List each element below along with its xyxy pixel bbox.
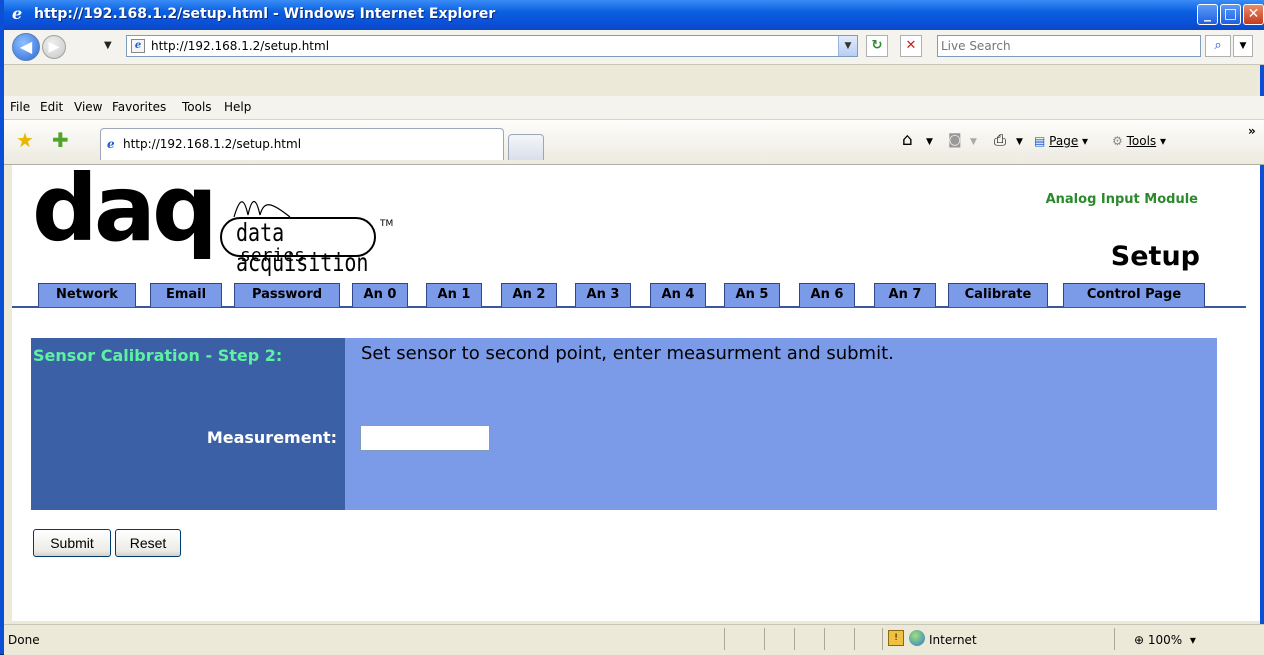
nav-tab-control-page[interactable]: Control Page bbox=[1063, 283, 1205, 307]
tab-page-icon: e bbox=[107, 137, 115, 151]
tools-menu[interactable]: ⚙ Tools ▾ bbox=[1112, 134, 1166, 148]
minimize-icon: _ bbox=[1204, 6, 1211, 22]
globe-icon bbox=[909, 630, 925, 646]
nav-tab-an2[interactable]: An 2 bbox=[501, 283, 557, 307]
toolbar-more-icon[interactable]: » bbox=[1248, 124, 1256, 138]
back-arrow-icon: ◀ bbox=[19, 37, 33, 56]
logo-brand: daq bbox=[32, 165, 218, 262]
menu-view[interactable]: View bbox=[74, 100, 102, 114]
menu-favorites[interactable]: Favorites bbox=[112, 100, 166, 114]
address-dropdown-icon[interactable]: ▼ bbox=[838, 36, 857, 56]
security-zone[interactable]: Internet bbox=[929, 633, 977, 647]
ie-logo-icon: e bbox=[12, 4, 23, 23]
search-box[interactable] bbox=[937, 35, 1201, 57]
maximize-icon: □ bbox=[1223, 6, 1238, 22]
page-title: Setup bbox=[1110, 241, 1200, 272]
address-url[interactable]: http://192.168.1.2/setup.html bbox=[151, 39, 329, 53]
nav-tab-an7[interactable]: An 7 bbox=[874, 283, 936, 307]
nav-tab-an6[interactable]: An 6 bbox=[799, 283, 855, 307]
back-button[interactable]: ◀ bbox=[12, 33, 40, 61]
status-divider bbox=[882, 628, 883, 650]
status-divider bbox=[824, 628, 825, 650]
nav-tab-an1[interactable]: An 1 bbox=[426, 283, 482, 307]
title-bar[interactable]: e http://192.168.1.2/setup.html - Window… bbox=[4, 0, 1264, 30]
nav-tab-an5[interactable]: An 5 bbox=[724, 283, 780, 307]
nav-tab-an0[interactable]: An 0 bbox=[352, 283, 408, 307]
new-tab-button[interactable] bbox=[508, 134, 544, 160]
search-icon[interactable]: ⌕ bbox=[1205, 35, 1231, 57]
zoom-level[interactable]: ⊕ 100% ▾ bbox=[1134, 633, 1196, 647]
address-bar[interactable]: e http://192.168.1.2/setup.html ▼ bbox=[126, 35, 858, 57]
nav-tab-network[interactable]: Network bbox=[38, 283, 136, 307]
nav-tab-password[interactable]: Password bbox=[234, 283, 340, 307]
calibration-step-label: Sensor Calibration - Step 2: bbox=[33, 346, 283, 365]
forward-button[interactable]: ▶ bbox=[42, 35, 66, 59]
feeds-dropdown-icon[interactable]: ▼ bbox=[970, 137, 977, 147]
calibration-panel: Sensor Calibration - Step 2: Set sensor … bbox=[31, 338, 1217, 510]
page-content: daq data acquisition series TM Analog In… bbox=[12, 165, 1260, 621]
status-divider bbox=[724, 628, 725, 650]
print-dropdown-icon[interactable]: ▼ bbox=[1016, 137, 1023, 147]
logo-trademark: TM bbox=[380, 219, 394, 229]
measurement-input[interactable] bbox=[360, 425, 490, 451]
menu-help[interactable]: Help bbox=[224, 100, 251, 114]
browser-tab-active[interactable]: e http://192.168.1.2/setup.html bbox=[100, 128, 504, 160]
page-menu-label: Page bbox=[1049, 134, 1079, 148]
stop-button[interactable]: ✕ bbox=[900, 35, 922, 57]
home-dropdown-icon[interactable]: ▼ bbox=[926, 137, 933, 147]
address-toolbar: ◀ ▶ ▼ e http://192.168.1.2/setup.html ▼ … bbox=[4, 30, 1264, 65]
protected-mode-icon[interactable]: ! bbox=[888, 630, 904, 646]
gear-icon: ⚙ bbox=[1112, 134, 1123, 148]
status-divider bbox=[1114, 628, 1115, 650]
status-divider bbox=[764, 628, 765, 650]
status-divider bbox=[854, 628, 855, 650]
calibration-instruction: Set sensor to second point, enter measur… bbox=[361, 343, 894, 364]
status-bar: Done ! Internet ⊕ 100% ▾ bbox=[4, 624, 1264, 655]
close-icon: ✕ bbox=[1247, 6, 1260, 22]
history-dropdown-icon[interactable]: ▼ bbox=[104, 40, 112, 51]
close-button[interactable]: ✕ bbox=[1243, 4, 1264, 25]
search-input[interactable] bbox=[941, 38, 1191, 54]
nav-tab-an3[interactable]: An 3 bbox=[575, 283, 631, 307]
favorites-star-icon[interactable]: ★ bbox=[16, 130, 34, 150]
page-icon: e bbox=[131, 39, 145, 53]
feeds-icon[interactable]: ◙ bbox=[948, 132, 962, 148]
page-menu[interactable]: ▤ Page ▾ bbox=[1034, 134, 1088, 148]
refresh-button[interactable]: ↻ bbox=[866, 35, 888, 57]
menu-file[interactable]: File bbox=[10, 100, 30, 114]
print-icon[interactable]: ⎙ bbox=[994, 131, 1006, 149]
nav-tab-email[interactable]: Email bbox=[150, 283, 222, 307]
status-divider bbox=[794, 628, 795, 650]
zoom-value: 100% bbox=[1147, 633, 1183, 647]
status-text: Done bbox=[8, 633, 40, 647]
reset-button[interactable]: Reset bbox=[115, 529, 181, 557]
menu-tools[interactable]: Tools bbox=[182, 100, 212, 114]
tools-menu-label: Tools bbox=[1126, 134, 1157, 148]
menu-bar: File Edit View Favorites Tools Help bbox=[4, 96, 1264, 120]
nav-tab-an4[interactable]: An 4 bbox=[650, 283, 706, 307]
module-title: Analog Input Module bbox=[1045, 192, 1198, 207]
browser-window: e http://192.168.1.2/setup.html - Window… bbox=[0, 0, 1264, 655]
search-options-icon[interactable]: ▼ bbox=[1233, 35, 1253, 57]
forward-arrow-icon: ▶ bbox=[48, 39, 60, 55]
nav-tab-calibrate[interactable]: Calibrate bbox=[948, 283, 1048, 307]
page-menu-icon: ▤ bbox=[1034, 134, 1046, 148]
add-favorite-icon[interactable]: ✚ bbox=[52, 130, 69, 150]
maximize-button[interactable]: □ bbox=[1220, 4, 1241, 25]
tab-bar: ★ ✚ e http://192.168.1.2/setup.html ⌂ ▼ … bbox=[4, 120, 1264, 165]
home-icon[interactable]: ⌂ bbox=[902, 130, 913, 150]
tab-label: http://192.168.1.2/setup.html bbox=[123, 137, 302, 151]
minimize-button[interactable]: _ bbox=[1197, 4, 1218, 25]
measurement-label: Measurement: bbox=[206, 428, 337, 447]
menu-edit[interactable]: Edit bbox=[40, 100, 63, 114]
zoom-icon: ⊕ bbox=[1134, 633, 1145, 647]
window-title: http://192.168.1.2/setup.html - Windows … bbox=[34, 6, 496, 22]
setup-nav: Network Email Password An 0 An 1 An 2 An… bbox=[12, 281, 1246, 308]
signal-wave-icon bbox=[233, 200, 291, 218]
logo-tagline-bottom: series bbox=[240, 245, 306, 266]
submit-button[interactable]: Submit bbox=[33, 529, 111, 557]
